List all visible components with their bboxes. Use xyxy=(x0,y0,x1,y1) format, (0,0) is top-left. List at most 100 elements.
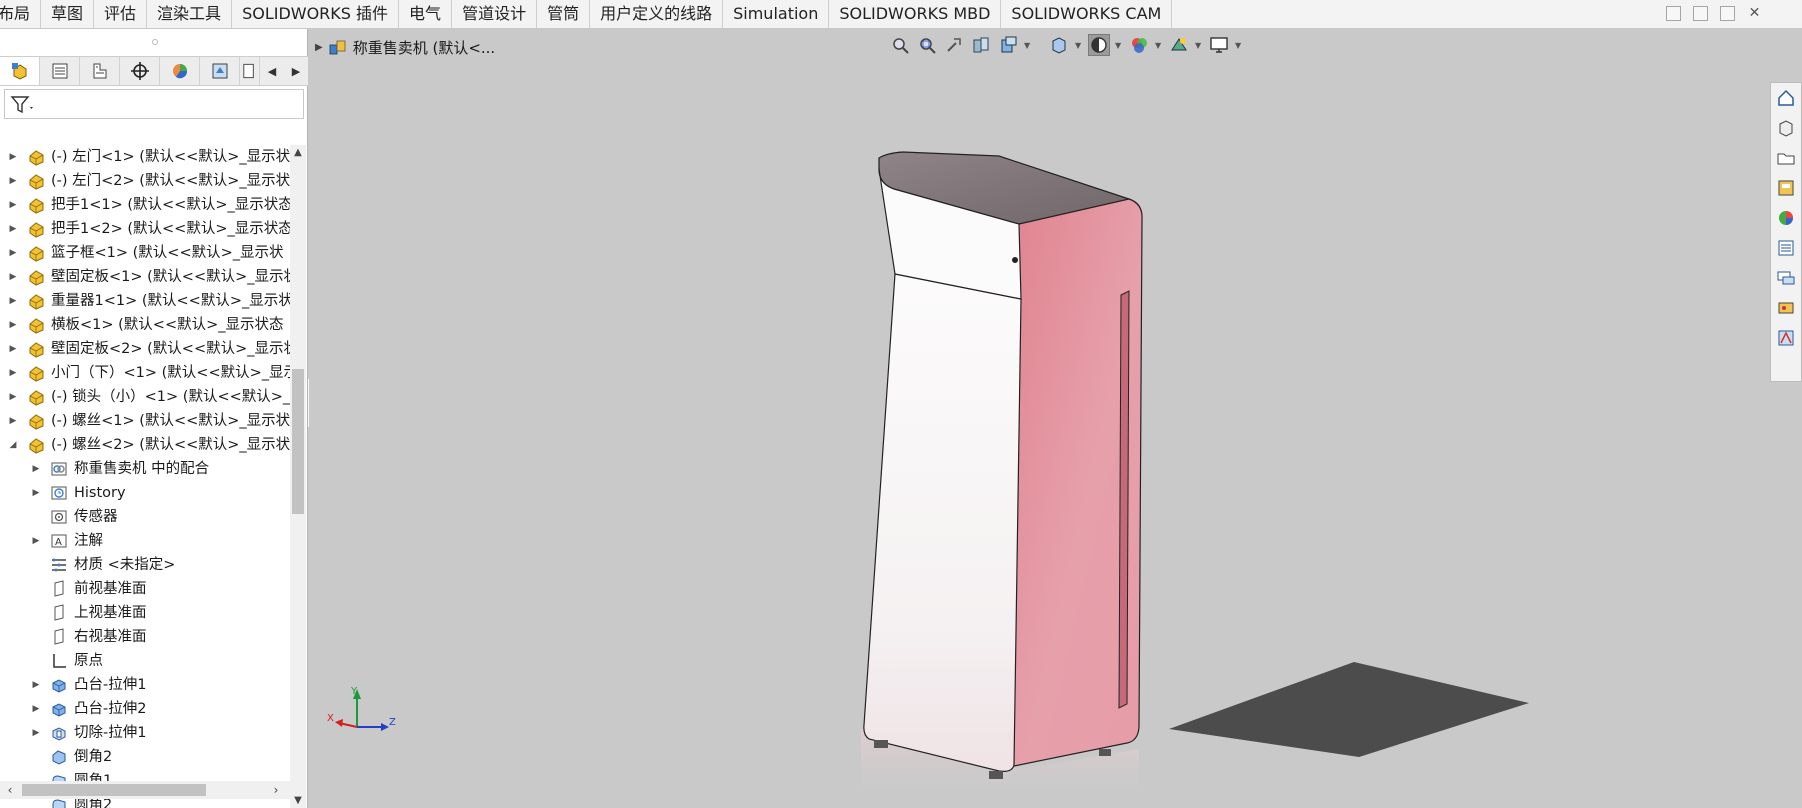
tree-component-row[interactable]: ▶ (-) 左门<1> (默认<<默认>_显示状 xyxy=(0,145,290,169)
scroll-down-icon[interactable]: ▼ xyxy=(290,795,306,808)
dropdown-arrow-icon[interactable]: ▼ xyxy=(1075,41,1083,50)
tree-component-row[interactable]: ▶ (-) 锁头（小）<1> (默认<<默认>_ xyxy=(0,385,290,409)
tree-feature-row[interactable]: ▶ 称重售卖机 中的配合 xyxy=(0,457,290,481)
tree-horizontal-scrollbar[interactable]: ‹ › xyxy=(0,781,290,799)
edit-appearance-icon[interactable] xyxy=(1128,34,1150,56)
dropdown-arrow-icon[interactable]: ▼ xyxy=(1024,41,1032,50)
scroll-thumb[interactable] xyxy=(292,369,304,514)
expand-arrow-icon[interactable]: ▶ xyxy=(8,361,18,385)
restore-icon[interactable] xyxy=(1720,6,1735,21)
tree-component-row[interactable]: ▶ (-) 螺丝<1> (默认<<默认>_显示状 xyxy=(0,409,290,433)
forum-icon[interactable] xyxy=(1771,263,1801,293)
h-scroll-thumb[interactable] xyxy=(22,784,206,796)
zoom-to-fit-icon[interactable] xyxy=(889,34,911,56)
expand-arrow-icon[interactable]: ▶ xyxy=(8,409,18,433)
configurationmanager-icon[interactable] xyxy=(80,57,120,85)
expand-arrow-icon[interactable]: ▶ xyxy=(8,145,18,169)
expand-arrow-icon[interactable]: ▶ xyxy=(8,217,18,241)
section-view-icon[interactable] xyxy=(970,34,992,56)
dropdown-arrow-icon[interactable]: ▼ xyxy=(1155,41,1163,50)
tree-feature-row[interactable]: ▶ 切除-拉伸1 xyxy=(0,721,290,745)
hide-show-items-icon[interactable] xyxy=(1088,34,1110,56)
tab-scroll-right-icon[interactable]: ▶ xyxy=(284,57,308,85)
view-settings-icon[interactable] xyxy=(1208,34,1230,56)
ribbon-tab[interactable]: 评估 xyxy=(94,0,148,28)
expand-arrow-icon[interactable]: ▶ xyxy=(8,169,18,193)
breadcrumb-label[interactable]: 称重售卖机 (默认<... xyxy=(353,37,496,58)
featuremanager-icon[interactable] xyxy=(0,57,40,85)
panel-grip[interactable] xyxy=(152,39,158,45)
expand-arrow-icon[interactable]: ▶ xyxy=(31,457,41,481)
breadcrumb[interactable]: ▶ 称重售卖机 (默认<... xyxy=(315,35,495,59)
tree-component-row[interactable]: ▶ 重量器1<1> (默认<<默认>_显示状 xyxy=(0,289,290,313)
cam-icon[interactable] xyxy=(1771,293,1801,323)
close-icon[interactable]: ✕ xyxy=(1747,6,1762,21)
file-explorer-icon[interactable] xyxy=(1771,143,1801,173)
display-manager-icon[interactable] xyxy=(160,57,200,85)
dropdown-arrow-icon[interactable]: ▼ xyxy=(1115,41,1123,50)
tree-component-row[interactable]: ▶ 篮子框<1> (默认<<默认>_显示状 xyxy=(0,241,290,265)
expand-arrow-icon[interactable]: ▶ xyxy=(31,481,41,505)
custom-properties-icon[interactable] xyxy=(1771,233,1801,263)
breadcrumb-chevron-icon[interactable]: ▶ xyxy=(315,42,323,53)
ribbon-tab[interactable]: 渲染工具 xyxy=(147,0,233,28)
design-library-icon[interactable] xyxy=(1771,113,1801,143)
tile-left-icon[interactable] xyxy=(1666,6,1681,21)
ribbon-tab[interactable]: 草图 xyxy=(41,0,95,28)
view-orientation-icon[interactable] xyxy=(997,34,1019,56)
tree-feature-row[interactable]: ▶ History xyxy=(0,481,290,505)
tree-component-row[interactable]: ▶ 壁固定板<1> (默认<<默认>_显示状 xyxy=(0,265,290,289)
cam-feature-icon[interactable] xyxy=(200,57,240,85)
ribbon-tab[interactable]: 用户定义的线路 xyxy=(590,0,724,28)
scroll-up-icon[interactable]: ▲ xyxy=(290,147,306,161)
expand-arrow-icon[interactable]: ▶ xyxy=(8,193,18,217)
expand-arrow-icon[interactable]: ▶ xyxy=(8,265,18,289)
dimxpert-icon[interactable] xyxy=(120,57,160,85)
ribbon-tab[interactable]: 电气 xyxy=(399,0,453,28)
expand-arrow-icon[interactable]: ▶ xyxy=(31,673,41,697)
ribbon-tab[interactable]: SOLIDWORKS 插件 xyxy=(232,0,400,28)
previous-view-icon[interactable] xyxy=(943,34,965,56)
expand-arrow-icon[interactable]: ▶ xyxy=(31,529,41,553)
ribbon-tab[interactable]: 布局 xyxy=(0,0,42,28)
tree-feature-row[interactable]: 右视基准面 xyxy=(0,625,290,649)
tree-filter[interactable] xyxy=(4,89,304,119)
expand-arrow-icon[interactable]: ▶ xyxy=(8,313,18,337)
expand-arrow-icon[interactable]: ▶ xyxy=(8,385,18,409)
dropdown-arrow-icon[interactable]: ▼ xyxy=(1195,41,1203,50)
scroll-left-icon[interactable]: ‹ xyxy=(2,781,18,799)
tree-vertical-scrollbar[interactable]: ▲ ▼ xyxy=(290,145,306,808)
view-palette-icon[interactable] xyxy=(1771,173,1801,203)
tree-feature-row[interactable]: 前视基准面 xyxy=(0,577,290,601)
expand-arrow-icon[interactable]: ▶ xyxy=(8,289,18,313)
dropdown-arrow-icon[interactable]: ▼ xyxy=(1235,41,1243,50)
tree-component-row[interactable]: ▶ (-) 左门<2> (默认<<默认>_显示状 xyxy=(0,169,290,193)
routing-library-icon[interactable] xyxy=(1771,323,1801,353)
tree-component-row[interactable]: ◢ (-) 螺丝<2> (默认<<默认>_显示状 xyxy=(0,433,290,457)
ribbon-tab[interactable]: SOLIDWORKS CAM xyxy=(1001,0,1173,28)
tree-feature-row[interactable]: 材质 <未指定> xyxy=(0,553,290,577)
tree-feature-row[interactable]: ▶ A 注解 xyxy=(0,529,290,553)
expand-arrow-icon[interactable]: ▶ xyxy=(31,697,41,721)
propertymanager-icon[interactable] xyxy=(40,57,80,85)
tree-feature-row[interactable]: 传感器 xyxy=(0,505,290,529)
cam-operation-icon[interactable] xyxy=(240,57,260,85)
tree-component-row[interactable]: ▶ 把手1<2> (默认<<默认>_显示状态 xyxy=(0,217,290,241)
scroll-right-icon[interactable]: › xyxy=(268,781,284,799)
tree-feature-row[interactable]: ▶ 凸台-拉伸2 xyxy=(0,697,290,721)
ribbon-tab[interactable]: 管筒 xyxy=(537,0,591,28)
model-view[interactable] xyxy=(309,29,1802,808)
expanded-arrow-icon[interactable]: ◢ xyxy=(8,433,18,457)
home-icon[interactable] xyxy=(1771,83,1801,113)
tree-feature-row[interactable]: 原点 xyxy=(0,649,290,673)
apply-scene-icon[interactable] xyxy=(1168,34,1190,56)
expand-arrow-icon[interactable]: ▶ xyxy=(31,721,41,745)
tree-feature-row[interactable]: 倒角2 xyxy=(0,745,290,769)
tree-component-row[interactable]: ▶ 小门（下）<1> (默认<<默认>_显示 xyxy=(0,361,290,385)
zoom-to-area-icon[interactable] xyxy=(916,34,938,56)
tree-feature-row[interactable]: 上视基准面 xyxy=(0,601,290,625)
tile-right-icon[interactable] xyxy=(1693,6,1708,21)
display-style-icon[interactable] xyxy=(1048,34,1070,56)
ribbon-tab[interactable]: SOLIDWORKS MBD xyxy=(829,0,1002,28)
graphics-area[interactable]: ▶ 称重售卖机 (默认<... ▼ ▼ ▼ ▼ ▼ ▼ Y X Z xyxy=(309,29,1802,808)
